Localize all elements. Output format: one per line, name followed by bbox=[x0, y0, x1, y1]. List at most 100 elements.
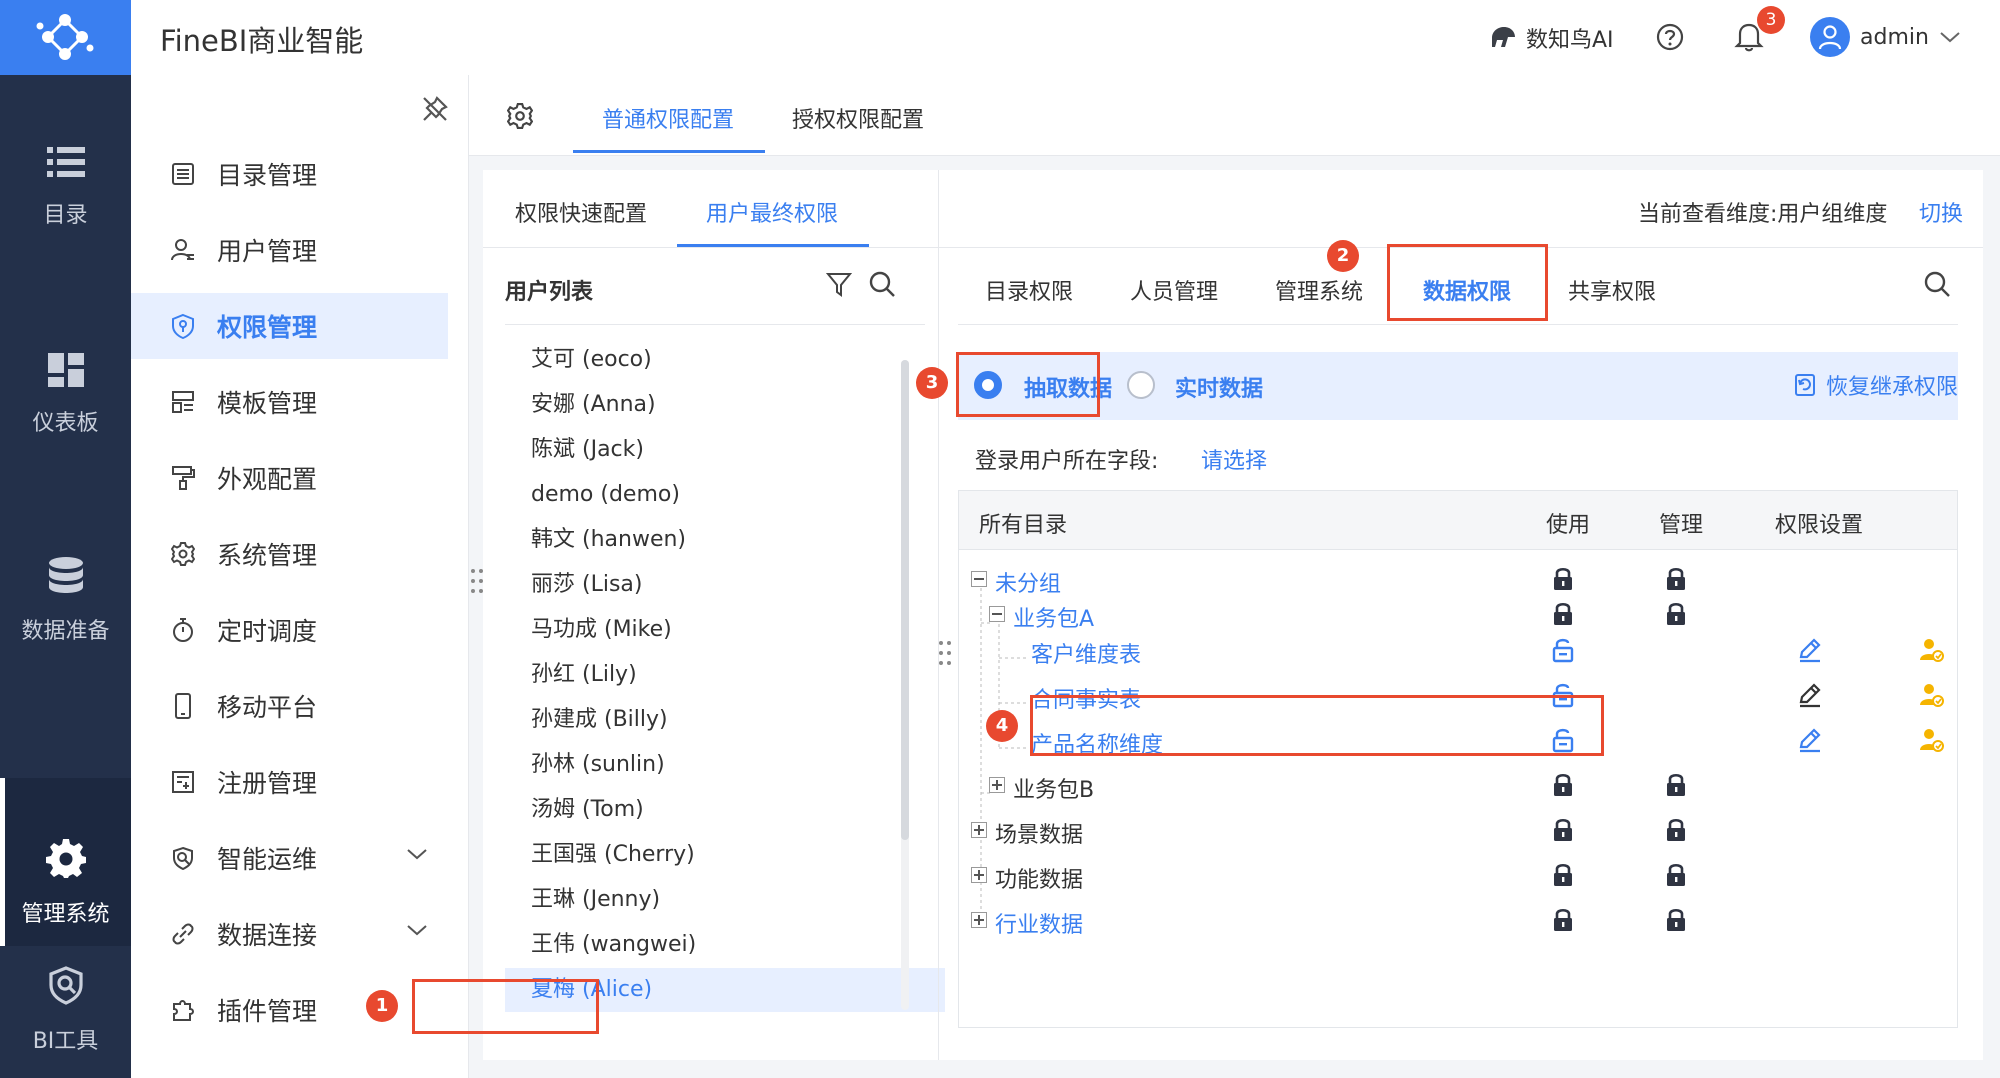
lock-icon[interactable] bbox=[1552, 566, 1574, 592]
tab-grant-permissions[interactable]: 授权权限配置 bbox=[792, 102, 924, 134]
user-row[interactable]: 孙林 (sunlin) bbox=[505, 743, 945, 787]
switch-dimension-link[interactable]: 切换 bbox=[1919, 196, 1963, 228]
lock-icon[interactable] bbox=[1665, 601, 1687, 627]
tab-catalog-permissions[interactable]: 目录权限 bbox=[985, 274, 1073, 306]
user-row[interactable]: 安娜 (Anna) bbox=[505, 383, 945, 427]
search-icon[interactable] bbox=[868, 270, 896, 298]
tree-row[interactable]: 客户维度表 bbox=[959, 629, 1957, 673]
tab-quick-config[interactable]: 权限快速配置 bbox=[515, 196, 647, 228]
tab-share-permissions[interactable]: 共享权限 bbox=[1568, 274, 1656, 306]
lock-icon[interactable] bbox=[1552, 772, 1574, 798]
collapse-icon[interactable] bbox=[971, 571, 987, 587]
app-logo[interactable] bbox=[0, 0, 131, 75]
drag-handle-icon[interactable] bbox=[938, 640, 952, 666]
user-row[interactable]: demo (demo) bbox=[505, 473, 945, 517]
user-row[interactable]: 汤姆 (Tom) bbox=[505, 788, 945, 832]
user-row[interactable]: 王伟 (wangwei) bbox=[505, 923, 945, 967]
user-list-scrollbar[interactable] bbox=[901, 360, 909, 1010]
help-icon[interactable] bbox=[1655, 22, 1685, 52]
drag-handle-icon[interactable] bbox=[470, 568, 484, 594]
tab-final-permissions[interactable]: 用户最终权限 bbox=[706, 196, 838, 228]
expand-icon[interactable] bbox=[989, 777, 1005, 793]
expand-icon[interactable] bbox=[971, 867, 987, 883]
sidebar-item-connections[interactable]: 数据连接 bbox=[131, 901, 448, 967]
user-row[interactable]: 马功成 (Mike) bbox=[505, 608, 945, 652]
chevron-down-icon[interactable] bbox=[406, 923, 428, 937]
sidebar-item-label: 定时调度 bbox=[217, 617, 318, 646]
search-icon[interactable] bbox=[1923, 270, 1951, 298]
user-row[interactable]: 丽莎 (Lisa) bbox=[505, 563, 945, 607]
tree-row[interactable]: 场景数据 bbox=[959, 809, 1957, 853]
user-row[interactable]: 孙建成 (Billy) bbox=[505, 698, 945, 742]
sidebar-item-catalog[interactable]: 目录管理 bbox=[131, 141, 448, 207]
edit-icon[interactable] bbox=[1797, 637, 1823, 663]
sidebar-item-label: 系统管理 bbox=[217, 541, 318, 570]
expand-icon[interactable] bbox=[971, 822, 987, 838]
timer-icon bbox=[173, 618, 193, 642]
restore-inheritance-button[interactable]: 恢复继承权限 bbox=[1794, 369, 1958, 401]
realtime-data-radio[interactable] bbox=[1127, 371, 1155, 399]
rail-item-admin[interactable]: 管理系统 bbox=[0, 778, 131, 946]
user-permission-icon[interactable] bbox=[1919, 682, 1945, 708]
sidebar-item-register[interactable]: 注册管理 bbox=[131, 749, 448, 815]
lock-icon[interactable] bbox=[1665, 566, 1687, 592]
rail-label: 管理系统 bbox=[21, 902, 110, 927]
sidebar-item-users[interactable]: 用户管理 bbox=[131, 217, 448, 283]
user-permission-icon[interactable] bbox=[1919, 727, 1945, 753]
filter-icon[interactable] bbox=[825, 270, 853, 298]
rail-item-catalog[interactable]: 目录 bbox=[0, 145, 131, 229]
tree-row[interactable]: 业务包B bbox=[959, 764, 1957, 808]
user-row[interactable]: 孙红 (Lily) bbox=[505, 653, 945, 697]
notification-badge: 3 bbox=[1757, 6, 1785, 34]
sidebar-item-schedule[interactable]: 定时调度 bbox=[131, 597, 448, 663]
sidebar-item-permissions[interactable]: 权限管理 bbox=[131, 293, 448, 359]
lock-icon[interactable] bbox=[1552, 601, 1574, 627]
tree-label[interactable]: 功能数据 bbox=[995, 862, 1083, 894]
sidebar-item-ops[interactable]: 智能运维 bbox=[131, 825, 448, 891]
unpin-icon[interactable] bbox=[421, 95, 449, 123]
tree-label[interactable]: 场景数据 bbox=[995, 817, 1083, 849]
login-field-select[interactable]: 请选择 bbox=[1201, 443, 1267, 475]
lock-icon[interactable] bbox=[1665, 772, 1687, 798]
user-permission-icon[interactable] bbox=[1919, 637, 1945, 663]
user-menu[interactable]: admin bbox=[1810, 17, 1961, 57]
restore-icon bbox=[1795, 374, 1815, 396]
rail-item-data-prep[interactable]: 数据准备 bbox=[0, 557, 131, 645]
unlock-icon[interactable] bbox=[1552, 637, 1574, 663]
user-row[interactable]: 艾可 (eoco) bbox=[505, 338, 945, 382]
settings-gear-icon[interactable] bbox=[507, 103, 533, 129]
user-row[interactable]: 王琳 (Jenny) bbox=[505, 878, 945, 922]
user-row[interactable]: 陈斌 (Jack) bbox=[505, 428, 945, 472]
ai-assistant-button[interactable]: 数知鸟AI bbox=[1488, 20, 1614, 56]
sidebar-item-system[interactable]: 系统管理 bbox=[131, 521, 448, 587]
rail-item-dashboard[interactable]: 仪表板 bbox=[0, 353, 131, 437]
edit-icon[interactable] bbox=[1797, 682, 1823, 708]
realtime-data-label[interactable]: 实时数据 bbox=[1175, 371, 1263, 403]
collapse-icon[interactable] bbox=[989, 606, 1005, 622]
expand-icon[interactable] bbox=[971, 912, 987, 928]
rail-label: BI工具 bbox=[32, 1029, 99, 1054]
tree-row[interactable]: 行业数据 bbox=[959, 899, 1957, 943]
user-row[interactable]: 王国强 (Cherry) bbox=[505, 833, 945, 877]
lock-icon[interactable] bbox=[1665, 817, 1687, 843]
sidebar-item-mobile[interactable]: 移动平台 bbox=[131, 673, 448, 739]
rail-item-bi-tools[interactable]: BI工具 bbox=[0, 965, 131, 1055]
tab-normal-permissions[interactable]: 普通权限配置 bbox=[602, 102, 734, 134]
sidebar-item-plugins[interactable]: 插件管理 bbox=[131, 977, 448, 1043]
tab-personnel-management[interactable]: 人员管理 bbox=[1130, 274, 1218, 306]
edit-icon[interactable] bbox=[1797, 727, 1823, 753]
tree-label[interactable]: 客户维度表 bbox=[1031, 637, 1141, 669]
lock-icon[interactable] bbox=[1665, 862, 1687, 888]
user-row[interactable]: 韩文 (hanwen) bbox=[505, 518, 945, 562]
tree-label[interactable]: 业务包B bbox=[1013, 772, 1094, 804]
lock-icon[interactable] bbox=[1552, 817, 1574, 843]
tab-management-system[interactable]: 管理系统 bbox=[1275, 274, 1363, 306]
lock-icon[interactable] bbox=[1552, 862, 1574, 888]
tree-label[interactable]: 行业数据 bbox=[995, 907, 1083, 939]
lock-icon[interactable] bbox=[1665, 907, 1687, 933]
lock-icon[interactable] bbox=[1552, 907, 1574, 933]
sidebar-item-appearance[interactable]: 外观配置 bbox=[131, 445, 448, 511]
tree-row[interactable]: 功能数据 bbox=[959, 854, 1957, 898]
sidebar-item-templates[interactable]: 模板管理 bbox=[131, 369, 448, 435]
chevron-down-icon[interactable] bbox=[406, 847, 428, 861]
